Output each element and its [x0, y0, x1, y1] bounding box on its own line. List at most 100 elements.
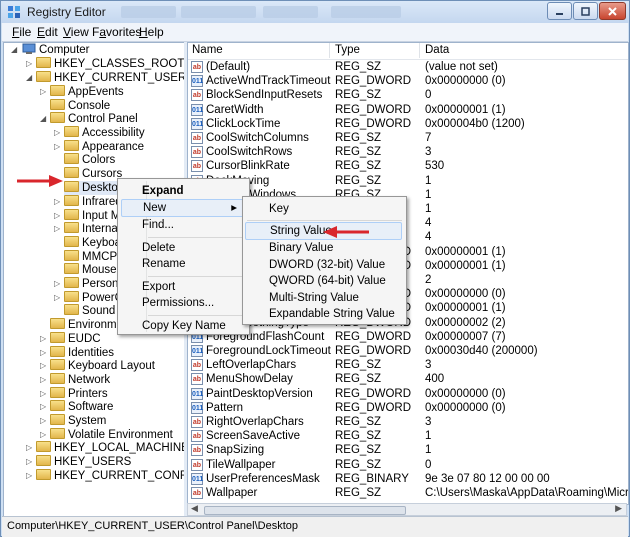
table-row[interactable]: 011 Pattern REG_DWORD 0x00000000 (0) — [188, 401, 628, 415]
tree-node-accessibility[interactable]: Accessibility — [64, 126, 145, 140]
tree-node-printers[interactable]: Printers — [50, 387, 108, 401]
tree-node-appevents[interactable]: AppEvents — [50, 85, 124, 99]
expand-icon[interactable]: ▷ — [40, 88, 48, 96]
table-row[interactable]: ab BlockSendInputResets REG_SZ 0 — [188, 88, 628, 102]
scroll-right-icon[interactable]: ▶ — [615, 503, 622, 514]
expand-icon[interactable]: ▷ — [54, 225, 62, 233]
tree-node-personalization[interactable]: Persona — [64, 277, 125, 291]
tree-node-hklm[interactable]: HKEY_LOCAL_MACHINE — [36, 441, 185, 455]
table-row[interactable]: 011 ForegroundLockTimeout REG_DWORD 0x00030… — [188, 344, 628, 358]
tree-node-appearance[interactable]: Appearance — [64, 140, 144, 154]
menu-item-rename[interactable]: Rename — [142, 255, 185, 273]
menu-item-expand[interactable]: Expand — [142, 182, 184, 200]
tree-node-cursors[interactable]: Cursors — [64, 167, 122, 181]
tree-node-infrared[interactable]: Infrared — [64, 195, 122, 209]
submenu-item-expandable-string-value[interactable]: Expandable String Value — [269, 305, 395, 323]
tree-node-keyboard[interactable]: Keyboar — [64, 236, 125, 250]
column-divider[interactable] — [329, 43, 330, 58]
expand-icon[interactable]: ▷ — [26, 458, 34, 466]
expand-icon[interactable]: ▷ — [40, 376, 48, 384]
tree-node-control-panel[interactable]: Control Panel — [50, 112, 138, 126]
table-row[interactable]: 011 ForegroundFlashCount REG_DWORD 0x000000… — [188, 330, 628, 344]
expand-icon[interactable]: ▷ — [54, 212, 62, 220]
scroll-left-icon[interactable]: ◀ — [191, 503, 198, 514]
tree-node-powercfg[interactable]: PowerC — [64, 291, 123, 305]
table-row[interactable]: ab (Default) REG_SZ (value not set) — [188, 60, 628, 74]
menu-view[interactable]: View — [63, 25, 89, 39]
expand-icon[interactable]: ▷ — [40, 362, 48, 370]
menu-item-copy-key-name[interactable]: Copy Key Name — [142, 317, 226, 335]
tree-node-system[interactable]: System — [50, 414, 106, 428]
submenu-item-binary-value[interactable]: Binary Value — [269, 239, 333, 257]
table-row[interactable]: ab LeftOverlapChars REG_SZ 3 — [188, 358, 628, 372]
tree-node-software[interactable]: Software — [50, 400, 113, 414]
tree-node-keyboard-layout[interactable]: Keyboard Layout — [50, 359, 155, 373]
expand-icon[interactable]: ▷ — [26, 472, 34, 480]
expand-icon[interactable]: ▷ — [54, 143, 62, 151]
column-header-type[interactable]: Type — [335, 44, 360, 56]
table-row[interactable]: abDockMovingREG_SZ1 — [188, 174, 628, 188]
tree-node-input-method[interactable]: Input M — [64, 209, 120, 223]
expand-icon[interactable]: ▷ — [54, 198, 62, 206]
table-row[interactable]: 011 UserPreferencesMask REG_BINARY 9e 3e 07… — [188, 472, 628, 486]
tree-node-international[interactable]: Internat — [64, 222, 121, 236]
menu-item-find[interactable]: Find... — [142, 216, 174, 234]
column-header-data[interactable]: Data — [425, 44, 449, 56]
tree-node-hku[interactable]: HKEY_USERS — [36, 455, 131, 469]
table-row[interactable]: ab ScreenSaveActive REG_SZ 1 — [188, 429, 628, 443]
expand-icon[interactable]: ▷ — [26, 444, 34, 452]
tree-node-sound[interactable]: Sound — [64, 304, 115, 318]
submenu-item-qword-value[interactable]: QWORD (64-bit) Value — [269, 272, 386, 290]
scrollbar-thumb[interactable] — [204, 506, 406, 515]
expand-icon[interactable]: ▷ — [40, 417, 48, 425]
tree-node-network[interactable]: Network — [50, 373, 110, 387]
menu-file[interactable]: File — [12, 25, 31, 39]
tree-node-hkcu[interactable]: HKEY_CURRENT_USER — [36, 71, 185, 85]
table-row[interactable]: ab CursorBlinkRate REG_SZ 530 — [188, 159, 628, 173]
menu-item-permissions[interactable]: Permissions... — [142, 294, 214, 312]
table-row[interactable]: ab TileWallpaper REG_SZ 0 — [188, 458, 628, 472]
expand-icon[interactable]: ▷ — [54, 280, 62, 288]
tree-node-mouse[interactable]: Mouse — [64, 263, 117, 277]
expand-icon[interactable]: ▷ — [40, 403, 48, 411]
expand-icon[interactable]: ▷ — [54, 294, 62, 302]
tree-node-identities[interactable]: Identities — [50, 346, 114, 360]
collapse-icon[interactable]: ◢ — [26, 74, 34, 82]
tree-node-hkcc[interactable]: HKEY_CURRENT_CONFIG — [36, 469, 185, 483]
tree-node-hkcr[interactable]: HKEY_CLASSES_ROOT — [36, 57, 184, 71]
table-row[interactable]: ab Wallpaper REG_SZ C:\Users\Maska\AppData\… — [188, 486, 628, 500]
menu-item-new[interactable]: New ▸ — [121, 199, 244, 217]
column-divider[interactable] — [419, 43, 420, 58]
expand-icon[interactable]: ▷ — [54, 129, 62, 137]
table-row[interactable]: 011 PaintDesktopVersion REG_DWORD 0x0000000… — [188, 387, 628, 401]
expand-icon[interactable]: ▷ — [40, 335, 48, 343]
collapse-icon[interactable]: ◢ — [11, 46, 19, 54]
menu-help[interactable]: Help — [139, 25, 164, 39]
column-header-name[interactable]: Name — [192, 44, 223, 56]
expand-icon[interactable]: ▷ — [40, 431, 48, 439]
table-row[interactable]: ab SnapSizing REG_SZ 1 — [188, 443, 628, 457]
menu-favorites[interactable]: Favorites — [92, 25, 141, 39]
horizontal-scrollbar[interactable]: ◀ ▶ — [187, 503, 627, 516]
table-row[interactable]: ab RightOverlapChars REG_SZ 3 — [188, 415, 628, 429]
expand-icon[interactable]: ▷ — [40, 349, 48, 357]
table-row[interactable]: 011 ActiveWndTrackTimeout REG_DWORD 0x00000… — [188, 74, 628, 88]
collapse-icon[interactable]: ◢ — [40, 115, 48, 123]
expand-icon[interactable]: ▷ — [26, 60, 34, 68]
tree-node-mmcpl[interactable]: MMCPL — [64, 250, 124, 264]
table-row[interactable]: ab MenuShowDelay REG_SZ 400 — [188, 372, 628, 386]
tree-node-computer[interactable]: Computer — [22, 43, 90, 57]
tree-node-eudc[interactable]: EUDC — [50, 332, 101, 346]
tree-node-console[interactable]: Console — [50, 99, 110, 113]
table-row[interactable]: 011 CaretWidth REG_DWORD 0x00000001 (1) — [188, 103, 628, 117]
table-row[interactable]: ab CoolSwitchColumns REG_SZ 7 — [188, 131, 628, 145]
submenu-item-key[interactable]: Key — [269, 200, 289, 218]
expand-icon[interactable]: ▷ — [40, 390, 48, 398]
tree-node-volatile-environment[interactable]: Volatile Environment — [50, 428, 173, 442]
title-bar[interactable]: Registry Editor — [1, 1, 629, 23]
table-row[interactable]: 011 ClickLockTime REG_DWORD 0x000004b0 (120… — [188, 117, 628, 131]
close-button[interactable] — [599, 2, 626, 20]
maximize-button[interactable] — [573, 2, 598, 20]
menu-edit[interactable]: Edit — [37, 25, 58, 39]
table-row[interactable]: ab CoolSwitchRows REG_SZ 3 — [188, 145, 628, 159]
